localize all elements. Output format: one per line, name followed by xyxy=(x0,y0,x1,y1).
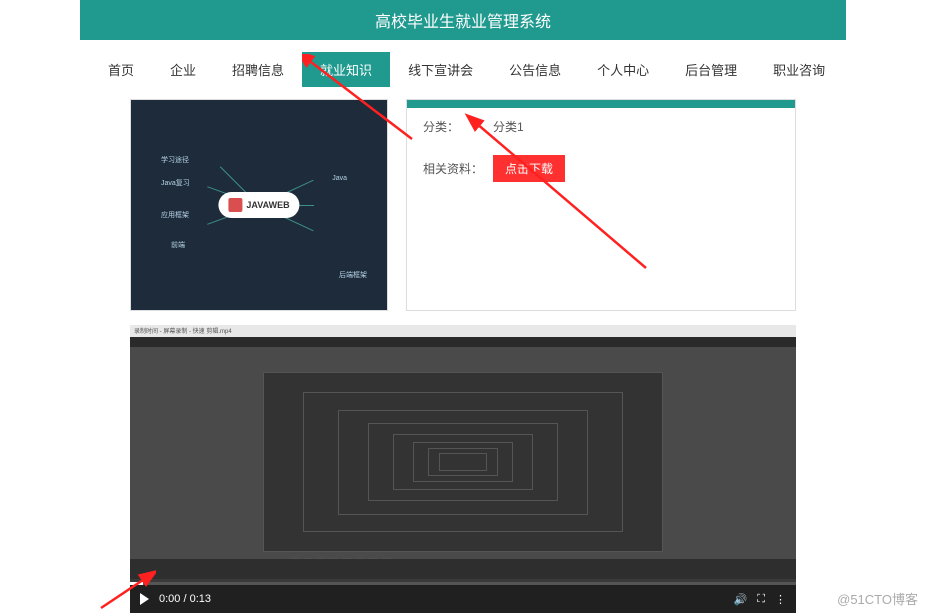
video-player[interactable]: 录制时间 - 屏幕录制 - 快速 剪辑.mp4 0:00 / 0:13 🔊 ⛶ … xyxy=(130,325,796,613)
nav-lecture[interactable]: 线下宣讲会 xyxy=(390,52,491,87)
nav-notice[interactable]: 公告信息 xyxy=(491,52,579,87)
play-icon[interactable] xyxy=(140,593,149,605)
watermark: @51CTO博客 xyxy=(837,589,918,608)
time-display: 0:00 / 0:13 xyxy=(159,593,211,605)
mindmap-node: 应用框架 xyxy=(161,210,189,220)
mindmap-node: 学习途径 xyxy=(161,155,189,165)
nav-admin[interactable]: 后台管理 xyxy=(667,52,755,87)
menu-icon[interactable]: ⋮ xyxy=(775,593,786,606)
nav-profile[interactable]: 个人中心 xyxy=(579,52,667,87)
info-row-download: 相关资料： 点击下载 xyxy=(407,145,795,192)
fullscreen-icon[interactable]: ⛶ xyxy=(757,593,765,606)
mindmap-node: Java xyxy=(332,175,347,182)
info-title-bar xyxy=(407,100,795,108)
download-button[interactable]: 点击下载 xyxy=(493,155,565,182)
mindmap-node: Java复习 xyxy=(161,178,190,188)
material-label: 相关资料： xyxy=(423,160,493,177)
mindmap-node: 前端 xyxy=(171,240,185,250)
content-row: JAVAWEB 学习途径 Java复习 应用框架 前端 Java 后端框架 分类… xyxy=(0,99,926,311)
info-panel: 分类： 分类1 相关资料： 点击下载 xyxy=(406,99,796,311)
nav-enterprise[interactable]: 企业 xyxy=(152,52,214,87)
main-nav: 首页 企业 招聘信息 就业知识 线下宣讲会 公告信息 个人中心 后台管理 职业咨… xyxy=(0,40,926,99)
video-controls: 0:00 / 0:13 🔊 ⛶ ⋮ xyxy=(130,585,796,613)
nav-knowledge[interactable]: 就业知识 xyxy=(302,52,390,87)
video-timeline xyxy=(130,559,796,579)
video-toolbar xyxy=(130,337,796,347)
nav-home[interactable]: 首页 xyxy=(90,52,152,87)
category-label: 分类： xyxy=(423,118,493,135)
video-titlebar: 录制时间 - 屏幕录制 - 快速 剪辑.mp4 xyxy=(130,325,796,337)
mindmap-thumbnail[interactable]: JAVAWEB 学习途径 Java复习 应用框架 前端 Java 后端框架 xyxy=(130,99,388,311)
app-header: 高校毕业生就业管理系统 xyxy=(80,0,846,40)
video-content xyxy=(130,347,796,577)
volume-icon[interactable]: 🔊 xyxy=(734,593,748,606)
nav-consult[interactable]: 职业咨询 xyxy=(755,52,843,87)
mindmap-center-node: JAVAWEB xyxy=(218,192,299,218)
app-title: 高校毕业生就业管理系统 xyxy=(375,14,551,31)
mindmap-node: 后端框架 xyxy=(339,270,367,280)
info-row-category: 分类： 分类1 xyxy=(407,108,795,145)
category-value: 分类1 xyxy=(493,118,524,135)
nav-recruitment[interactable]: 招聘信息 xyxy=(214,52,302,87)
